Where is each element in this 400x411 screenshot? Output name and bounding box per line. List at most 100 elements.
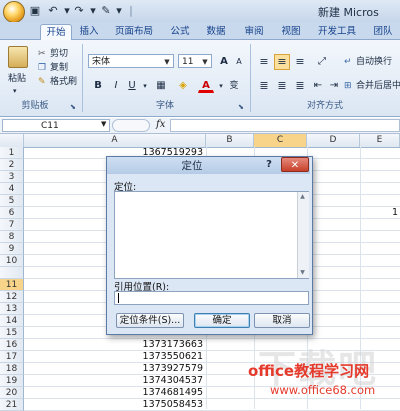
copy-icon: ❐: [38, 63, 47, 73]
column-header-a[interactable]: A: [24, 134, 206, 147]
grid-line: [24, 398, 400, 399]
format-painter-button[interactable]: 格式刷: [50, 75, 77, 89]
cell-a21[interactable]: 1375058453: [120, 399, 203, 411]
wrap-text-button[interactable]: 自动换行: [356, 55, 392, 69]
row-header[interactable]: 13: [0, 303, 24, 315]
row-header[interactable]: 3: [0, 171, 24, 183]
cell-e6[interactable]: 1: [380, 207, 398, 219]
cell-a19[interactable]: 1374304537: [120, 375, 203, 387]
tab-team[interactable]: 团队: [368, 24, 398, 39]
row-header[interactable]: 1: [0, 147, 24, 159]
cell-a17[interactable]: 1373550621: [120, 351, 203, 363]
font-size-combo[interactable]: 11 ▼: [178, 54, 212, 68]
special-button[interactable]: 定位条件(S)...: [116, 313, 184, 328]
font-name-combo[interactable]: 宋体 ▼: [88, 54, 174, 68]
row-header[interactable]: 4: [0, 183, 24, 195]
redo-dropdown-icon[interactable]: ▾: [86, 4, 100, 18]
row-header[interactable]: 6: [0, 207, 24, 219]
row-header[interactable]: 12: [0, 291, 24, 303]
goto-list-scrollbar[interactable]: [297, 192, 309, 278]
tab-developer[interactable]: 开发工具: [313, 24, 361, 39]
save-icon[interactable]: ▣: [28, 4, 42, 18]
align-bottom-icon[interactable]: ≡: [292, 54, 308, 70]
row-header[interactable]: 9: [0, 243, 24, 255]
name-box-dropdown-icon[interactable]: ▼: [101, 120, 106, 128]
tab-data[interactable]: 数据: [202, 24, 230, 39]
alignment-group-label: 对齐方式: [306, 101, 343, 111]
wrap-text-icon: ↵: [344, 57, 352, 67]
close-icon[interactable]: ✕: [281, 157, 309, 172]
formula-input[interactable]: [170, 119, 400, 132]
tab-page-layout[interactable]: 页面布局: [110, 24, 158, 39]
dialog-title: 定位: [181, 160, 203, 172]
cancel-button[interactable]: 取消: [254, 313, 310, 328]
cell-a18[interactable]: 1373927579: [120, 363, 203, 375]
row-header[interactable]: 19: [0, 375, 24, 387]
phonetic-button[interactable]: 变: [226, 78, 242, 94]
fx-button[interactable]: fx: [156, 119, 165, 130]
tab-insert[interactable]: 插入: [74, 24, 104, 39]
paste-icon[interactable]: [8, 46, 28, 68]
row-header[interactable]: 2: [0, 159, 24, 171]
reference-input[interactable]: [114, 291, 309, 305]
row-header[interactable]: 7: [0, 219, 24, 231]
clipboard-launcher-icon[interactable]: ⬊: [70, 100, 76, 114]
redo-icon[interactable]: ↷: [72, 4, 86, 18]
row-header[interactable]: 15: [0, 327, 24, 339]
merge-center-button[interactable]: 合并后居中: [356, 79, 400, 93]
font-color-button[interactable]: A: [198, 78, 214, 93]
format-painter-qat-icon[interactable]: ✎: [99, 4, 113, 18]
tab-review[interactable]: 审阅: [240, 24, 268, 39]
cut-button[interactable]: 剪切: [50, 47, 68, 61]
italic-button[interactable]: I: [108, 78, 124, 94]
row-header[interactable]: 14: [0, 315, 24, 327]
align-top-icon[interactable]: ≡: [256, 54, 272, 70]
formula-bar-slider[interactable]: [112, 119, 150, 132]
column-header-c[interactable]: C: [254, 134, 307, 147]
row-header[interactable]: 11: [0, 279, 24, 291]
help-icon[interactable]: ?: [262, 158, 276, 172]
row-header[interactable]: 10: [0, 255, 24, 267]
align-right-icon[interactable]: ≣: [292, 78, 308, 94]
column-header-e[interactable]: E: [360, 134, 400, 147]
underline-dropdown-icon[interactable]: ▾: [137, 78, 153, 94]
row-header[interactable]: 18: [0, 363, 24, 375]
goto-list[interactable]: [114, 191, 309, 279]
select-all-corner[interactable]: [0, 134, 24, 147]
increase-indent-icon[interactable]: ⇥: [326, 78, 342, 94]
scroll-down-icon[interactable]: ▼: [297, 268, 308, 278]
bold-button[interactable]: B: [90, 78, 106, 94]
orientation-icon[interactable]: ⤢: [314, 54, 330, 70]
row-header[interactable]: [0, 267, 24, 279]
grow-font-button[interactable]: A: [216, 54, 232, 70]
office-button[interactable]: [3, 1, 25, 23]
copy-button[interactable]: 复制: [50, 61, 68, 75]
row-header[interactable]: 16: [0, 339, 24, 351]
ok-button[interactable]: 确定: [194, 313, 250, 328]
paste-button[interactable]: 粘贴: [8, 72, 26, 86]
tab-formulas[interactable]: 公式: [166, 24, 194, 39]
name-box[interactable]: C11: [2, 119, 110, 132]
column-header-b[interactable]: B: [206, 134, 254, 147]
row-header[interactable]: 17: [0, 351, 24, 363]
tab-view[interactable]: 视图: [277, 24, 305, 39]
decrease-indent-icon[interactable]: ⇤: [310, 78, 326, 94]
scroll-up-icon[interactable]: ▲: [297, 192, 308, 202]
row-header[interactable]: 21: [0, 399, 24, 411]
tab-home[interactable]: 开始: [40, 24, 72, 40]
row-header[interactable]: 5: [0, 195, 24, 207]
undo-icon[interactable]: ↶: [46, 4, 60, 18]
shrink-font-button[interactable]: A: [231, 54, 247, 70]
fill-color-icon[interactable]: ◈: [175, 78, 191, 94]
cell-a16[interactable]: 1373173663: [120, 339, 203, 351]
align-middle-icon[interactable]: ≡: [274, 54, 290, 70]
borders-icon[interactable]: ▦: [153, 78, 169, 94]
paste-dropdown-icon[interactable]: ▾: [13, 84, 17, 98]
cell-a20[interactable]: 1374681495: [120, 387, 203, 399]
align-center-icon[interactable]: ≣: [274, 78, 290, 94]
column-header-d[interactable]: D: [307, 134, 360, 147]
align-left-icon[interactable]: ≣: [256, 78, 272, 94]
row-header[interactable]: 20: [0, 387, 24, 399]
font-launcher-icon[interactable]: ⬊: [238, 100, 244, 114]
row-header[interactable]: 8: [0, 231, 24, 243]
